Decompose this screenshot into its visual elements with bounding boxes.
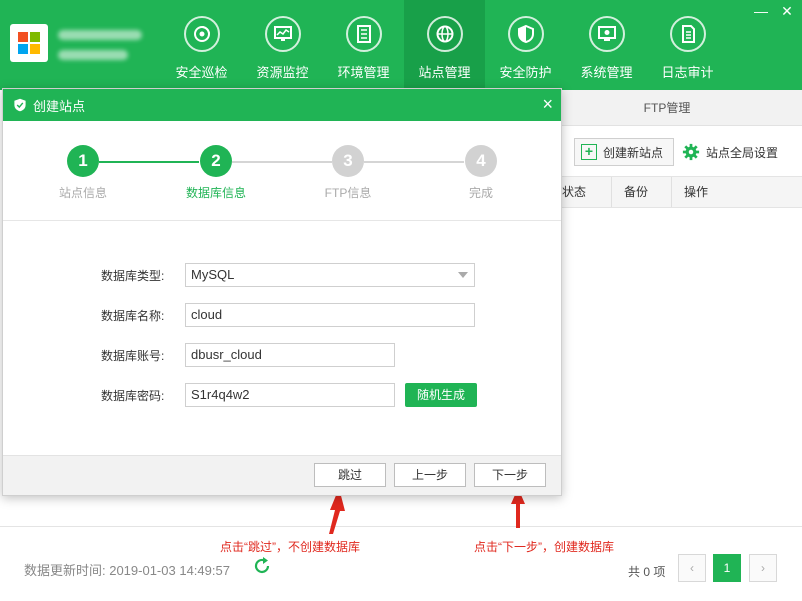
column-header-actions: 操作 <box>684 185 709 199</box>
random-generate-button[interactable]: 随机生成 <box>405 383 477 407</box>
db-user-input[interactable]: dbusr_cloud <box>185 343 395 367</box>
step-connector <box>232 161 332 163</box>
skip-button[interactable]: 跳过 <box>314 463 386 487</box>
brand-subtitle-blurred <box>58 50 128 60</box>
nav-label: 站点管理 <box>418 65 471 80</box>
site-table-header: 状态 备份 操作 <box>562 176 802 208</box>
create-site-button[interactable]: + 创建新站点 <box>574 138 674 166</box>
page-number-button[interactable]: 1 <box>713 554 741 582</box>
next-step-button[interactable]: 下一步 <box>474 463 546 487</box>
close-icon[interactable]: × <box>542 94 553 114</box>
create-site-dialog: 创建站点 × 1 站点信息 2 数据库信息 3 FTP信息 4 完成 数据库类型… <box>2 88 562 496</box>
dialog-title: 创建站点 <box>33 98 86 114</box>
skip-annotation: 点击“跳过”，不创建数据库 <box>220 540 360 554</box>
nav-item-site-management[interactable]: 站点管理 <box>404 0 485 90</box>
db-password-row: 数据库密码: S1r4q4w2 随机生成 <box>3 383 561 407</box>
patrol-icon <box>183 16 220 52</box>
shield-logo-icon <box>14 98 26 112</box>
top-bar: 安全巡检 资源监控 环境管理 站点管理 安全防护 系统管理 日志审计 — ✕ <box>0 0 802 90</box>
next-page-button[interactable]: › <box>749 554 777 582</box>
step-2-label: 数据库信息 <box>185 186 246 200</box>
total-count: 共 0 项 <box>628 565 666 579</box>
environment-icon <box>345 16 382 52</box>
nav-label: 环境管理 <box>337 65 390 80</box>
prev-page-button[interactable]: ‹ <box>678 554 706 582</box>
nav-item-system[interactable]: 系统管理 <box>566 0 647 90</box>
globe-icon <box>426 16 463 52</box>
db-type-select[interactable]: MySQL <box>185 263 475 287</box>
monitor-icon <box>264 16 301 52</box>
step-connector <box>99 161 199 163</box>
nav-label: 安全防护 <box>499 65 552 80</box>
column-header-backup: 备份 <box>624 185 649 199</box>
db-password-input[interactable]: S1r4q4w2 <box>185 383 395 407</box>
create-site-label: 创建新站点 <box>603 145 664 160</box>
dialog-header: 创建站点 × <box>3 89 561 121</box>
nav-item-security-patrol[interactable]: 安全巡检 <box>161 0 242 90</box>
previous-step-button[interactable]: 上一步 <box>394 463 466 487</box>
nav-label: 资源监控 <box>256 65 309 80</box>
db-user-label: 数据库账号: <box>101 349 165 363</box>
step-connector <box>364 161 464 163</box>
nav-label: 系统管理 <box>580 65 633 80</box>
brand-name-blurred <box>58 30 142 40</box>
db-name-label: 数据库名称: <box>101 309 165 323</box>
step-3-label: FTP信息 <box>324 186 372 200</box>
nav-item-log-audit[interactable]: 日志审计 <box>647 0 728 90</box>
dialog-footer: 跳过 上一步 下一步 <box>3 455 561 495</box>
db-name-input[interactable]: cloud <box>185 303 475 327</box>
window-controls: — ✕ <box>754 4 794 18</box>
update-time-text: 数据更新时间: 2019-01-03 14:49:57 <box>24 563 230 578</box>
nav-item-security-protection[interactable]: 安全防护 <box>485 0 566 90</box>
db-name-row: 数据库名称: cloud <box>3 303 561 327</box>
main-nav: 安全巡检 资源监控 环境管理 站点管理 安全防护 系统管理 日志审计 <box>161 0 728 90</box>
site-tabs: FTP管理 <box>562 90 802 126</box>
nav-label: 安全巡检 <box>175 65 228 80</box>
step-4-label: 完成 <box>468 186 493 200</box>
log-icon <box>669 16 706 52</box>
step-3-circle: 3 <box>332 145 364 177</box>
step-1-circle: 1 <box>67 145 99 177</box>
plus-icon: + <box>581 144 597 160</box>
nav-item-environment[interactable]: 环境管理 <box>323 0 404 90</box>
system-icon <box>588 16 625 52</box>
shield-icon <box>507 16 544 52</box>
tab-ftp-management[interactable]: FTP管理 <box>562 90 772 126</box>
column-header-status: 状态 <box>562 185 587 199</box>
db-type-row: 数据库类型: MySQL <box>3 263 561 287</box>
nav-item-resource-monitor[interactable]: 资源监控 <box>242 0 323 90</box>
wizard-steps: 1 站点信息 2 数据库信息 3 FTP信息 4 完成 <box>3 121 561 221</box>
db-password-label: 数据库密码: <box>101 389 165 403</box>
step-4-circle: 4 <box>465 145 497 177</box>
next-annotation: 点击“下一步”，创建数据库 <box>474 540 614 554</box>
db-user-row: 数据库账号: dbusr_cloud <box>3 343 561 367</box>
db-type-value: MySQL <box>191 267 235 282</box>
minimize-button[interactable]: — <box>754 4 768 18</box>
app-logo <box>10 24 48 62</box>
close-window-button[interactable]: ✕ <box>780 4 794 18</box>
step-2-circle: 2 <box>200 145 232 177</box>
step-1-label: 站点信息 <box>58 186 107 200</box>
global-settings-button[interactable]: 站点全局设置 <box>682 143 778 161</box>
nav-label: 日志审计 <box>661 65 714 80</box>
chevron-down-icon <box>458 272 468 278</box>
global-settings-label: 站点全局设置 <box>706 145 779 160</box>
db-type-label: 数据库类型: <box>101 269 165 283</box>
gear-icon <box>682 143 700 161</box>
refresh-icon[interactable] <box>252 556 272 576</box>
